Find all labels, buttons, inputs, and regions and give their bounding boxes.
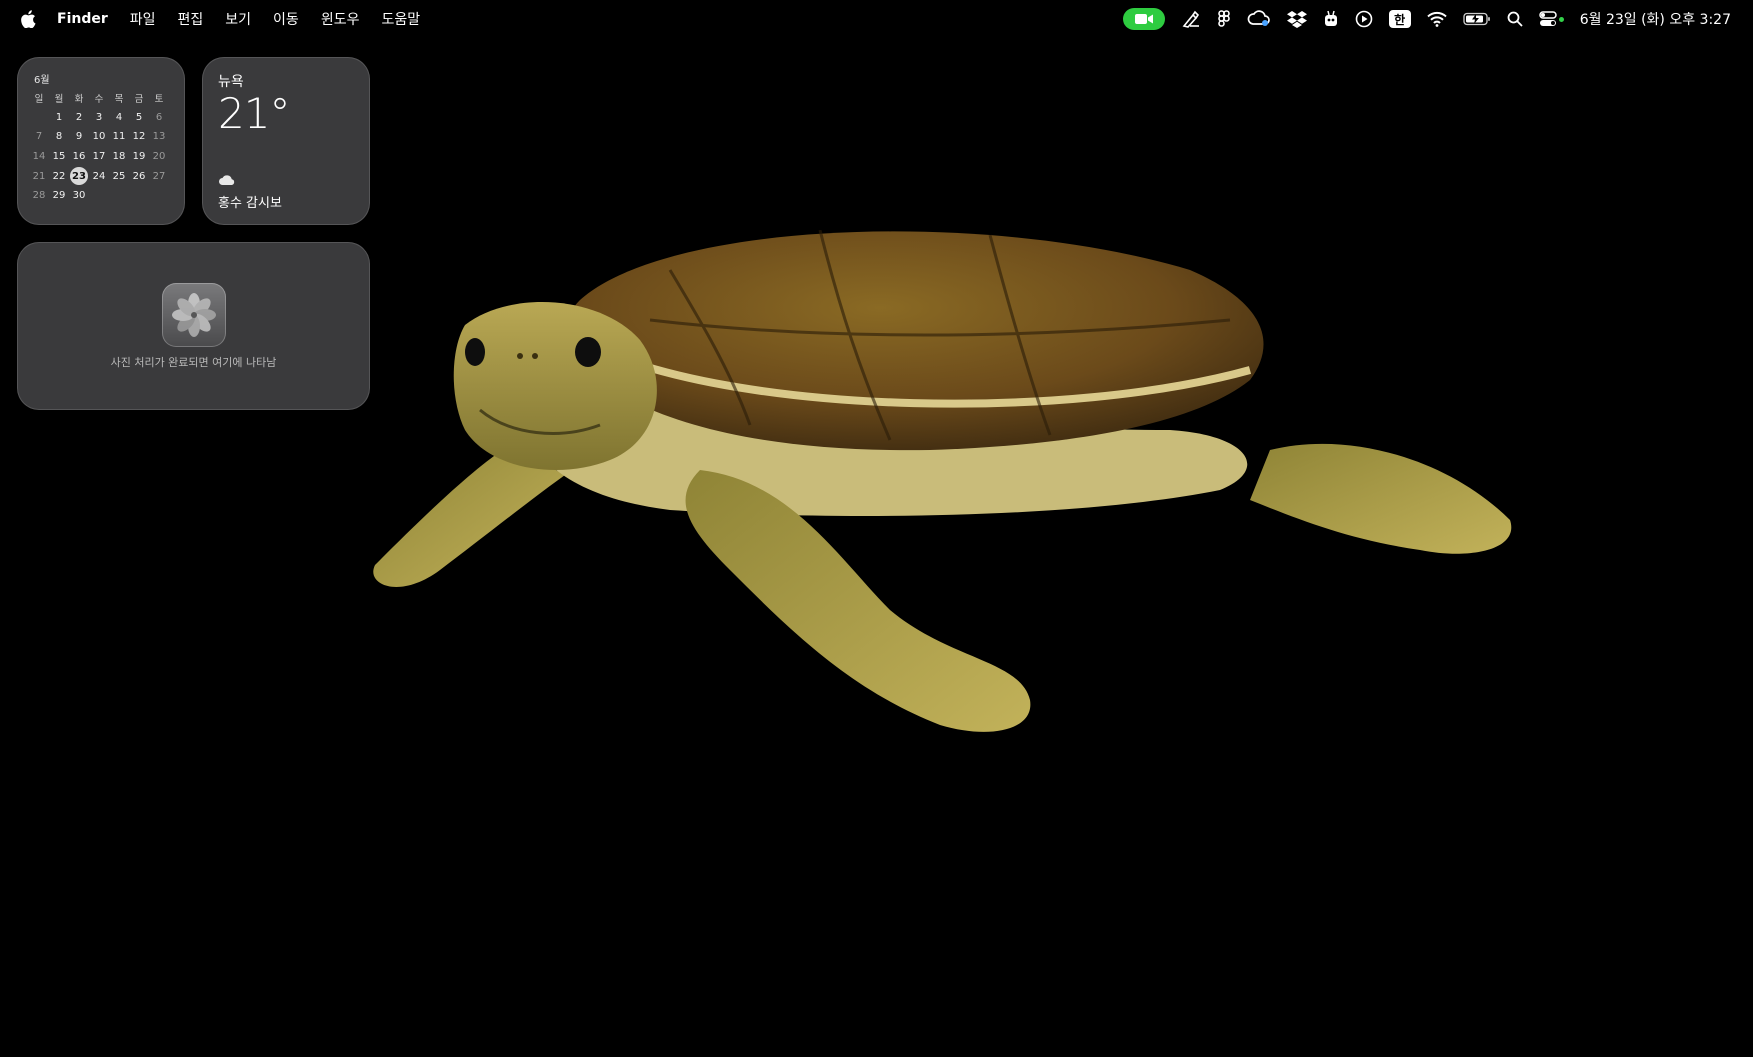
calendar-day: 17 <box>92 151 106 163</box>
bot-icon[interactable] <box>1315 0 1347 38</box>
calendar-day: 4 <box>115 111 123 123</box>
calendar-day: 22 <box>52 170 66 182</box>
photos-app-icon <box>161 283 226 347</box>
dropbox-icon[interactable] <box>1279 0 1315 38</box>
menu-go[interactable]: 이동 <box>262 0 310 38</box>
calendar-day: 12 <box>132 131 146 143</box>
calendar-day: 27 <box>152 170 166 182</box>
cloud-sync-icon[interactable] <box>1239 0 1279 38</box>
calendar-weekday: 수 <box>94 93 104 105</box>
calendar-today: 23 <box>69 166 89 186</box>
calendar-weekday: 월 <box>54 93 64 105</box>
calendar-day: 8 <box>55 131 63 143</box>
calendar-day: 1 <box>55 111 63 123</box>
calendar-day <box>109 186 129 206</box>
weather-bottom: 홍수 감시보 <box>218 171 282 211</box>
calendar-day: 3 <box>95 111 103 123</box>
photos-widget-message: 사진 처리가 완료되면 여기에 나타남 <box>110 356 277 369</box>
calendar-day: 10 <box>92 131 106 143</box>
calendar-weekday: 금 <box>134 93 144 105</box>
figma-icon[interactable] <box>1209 0 1239 38</box>
camera-active-indicator <box>1558 16 1564 22</box>
calendar-today-label: 23 <box>70 167 88 186</box>
calendar-weekday: 목 <box>114 93 124 105</box>
weather-temperature: 21° <box>218 89 290 138</box>
calendar-day <box>89 186 109 206</box>
apple-menu-icon[interactable] <box>20 0 46 38</box>
calendar-day: 14 <box>32 151 46 163</box>
menu-bar-status: 한 6월 23일 (화) 오후 3:27 <box>1115 0 1739 38</box>
calendar-day: 11 <box>112 131 126 143</box>
calendar-day: 6 <box>155 111 163 123</box>
calendar-day: 16 <box>72 151 86 163</box>
photos-widget[interactable]: 사진 처리가 완료되면 여기에 나타남 <box>17 242 370 410</box>
calendar-day: 28 <box>32 190 46 202</box>
wifi-icon[interactable] <box>1419 0 1455 38</box>
calendar-day: 24 <box>92 170 106 182</box>
search-icon[interactable] <box>1499 0 1531 38</box>
calendar-month: 6월 <box>34 75 50 86</box>
calendar-day <box>129 186 149 206</box>
menu-view[interactable]: 보기 <box>214 0 262 38</box>
calendar-weekday: 화 <box>74 93 84 105</box>
calendar-weekday: 일 <box>34 93 44 105</box>
menu-window[interactable]: 윈도우 <box>310 0 371 38</box>
calendar-day: 21 <box>32 170 46 182</box>
menu-edit[interactable]: 편집 <box>167 0 215 38</box>
weather-widget[interactable]: 뉴욕 21° 홍수 감시보 <box>202 57 370 225</box>
weather-condition: 홍수 감시보 <box>218 196 282 211</box>
play-circle-icon[interactable] <box>1347 0 1381 38</box>
menu-app-finder[interactable]: Finder <box>46 0 119 38</box>
calendar-day: 19 <box>132 151 146 163</box>
calendar-day: 30 <box>72 190 86 202</box>
input-source-label: 한 <box>1388 10 1411 28</box>
battery-charging-icon[interactable] <box>1455 0 1499 38</box>
calendar-day: 7 <box>35 131 43 143</box>
calendar-day: 5 <box>135 111 143 123</box>
cloud-icon <box>218 171 236 190</box>
calendar-day: 15 <box>52 151 66 163</box>
menu-help[interactable]: 도움말 <box>370 0 431 38</box>
menu-bar: Finder 파일 편집 보기 이동 윈도우 도움말 한 6월 23일 (화) … <box>0 0 1753 38</box>
calendar-day: 13 <box>152 131 166 143</box>
korean-input-icon[interactable]: 한 <box>1381 0 1419 38</box>
weather-city: 뉴욕 <box>218 74 244 90</box>
menu-file[interactable]: 파일 <box>119 0 167 38</box>
calendar-day: 25 <box>112 170 126 182</box>
calendar-day: 18 <box>112 151 126 163</box>
calendar-day: 20 <box>152 151 166 163</box>
calendar-day: 26 <box>132 170 146 182</box>
calendar-day <box>29 108 49 128</box>
calendar-day <box>149 186 169 206</box>
menu-bar-clock[interactable]: 6월 23일 (화) 오후 3:27 <box>1572 0 1739 38</box>
menu-bar-left: Finder 파일 편집 보기 이동 윈도우 도움말 <box>20 0 431 38</box>
facetime-video-icon[interactable] <box>1115 0 1173 38</box>
calendar-day: 9 <box>75 131 83 143</box>
calendar-day: 2 <box>75 111 83 123</box>
sea-turtle-wallpaper <box>370 229 1530 830</box>
calendar-widget[interactable]: 6월 일 월 화 수 목 금 토 1 2 3 4 5 6 7 8 9 10 11 12 13 14 15 16 17 18 19 2… <box>17 57 185 225</box>
calendar-grid: 일 월 화 수 목 금 토 1 2 3 4 5 6 7 8 9 10 11 12 13 14 15 16 17 18 19 20 21… <box>29 88 173 206</box>
control-center-icon[interactable] <box>1531 0 1572 38</box>
calendar-day: 29 <box>52 190 66 202</box>
calendar-weekday: 토 <box>154 93 164 105</box>
pen-icon[interactable] <box>1173 0 1209 38</box>
